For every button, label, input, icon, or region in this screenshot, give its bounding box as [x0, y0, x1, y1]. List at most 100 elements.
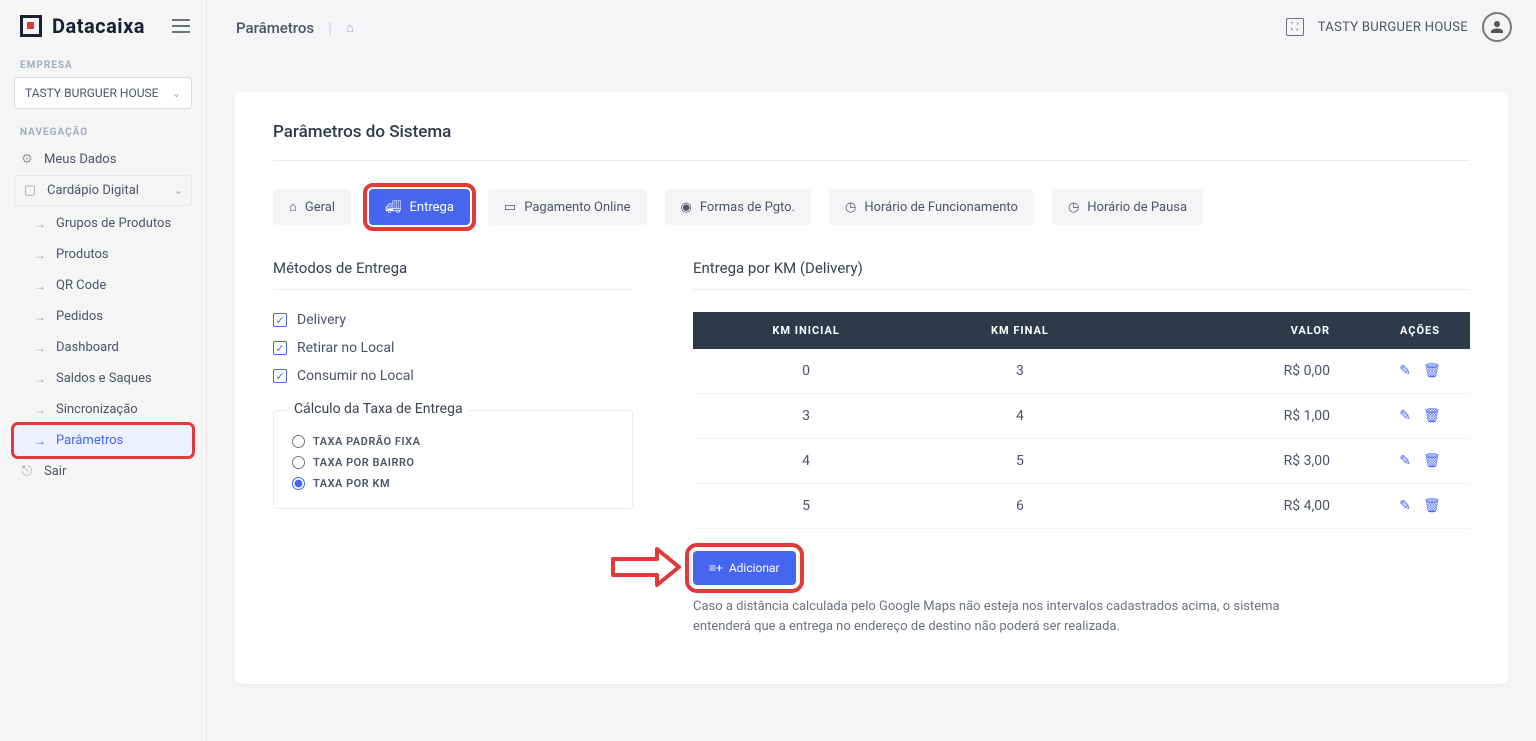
sidebar-item-label: Produtos [56, 247, 109, 262]
sidebar-item-sair[interactable]: ⎋ Sair [14, 456, 192, 487]
avatar[interactable] [1482, 12, 1512, 42]
sidebar-item-grupos[interactable]: →Grupos de Produtos [14, 208, 192, 239]
check-label: Delivery [297, 312, 346, 328]
radio-label: TAXA POR KM [313, 477, 390, 490]
add-button-label: Adicionar [729, 561, 780, 575]
tab-pagamento[interactable]: ▭Pagamento Online [488, 189, 647, 225]
breadcrumb: Parâmetros | ⌂ [236, 18, 354, 37]
section-title-entrega-km: Entrega por KM (Delivery) [693, 259, 1470, 290]
cell-acoes: ✎ 🗑︎ [1370, 484, 1470, 529]
radio-taxa-fixa[interactable]: TAXA PADRÃO FIXA [292, 435, 614, 448]
sidebar-item-sincronizacao[interactable]: →Sincronização [14, 394, 192, 425]
check-label: Consumir no Local [297, 368, 414, 384]
check-delivery[interactable]: ✓Delivery [273, 312, 633, 328]
truck-icon: 🚚︎ [385, 200, 402, 215]
check-retirar[interactable]: ✓ Retirar no Local [273, 340, 633, 356]
check-consumir[interactable]: ✓ Consumir no Local [273, 368, 633, 384]
page-title: Parâmetros [236, 19, 314, 37]
cell-km-inicial: 3 [693, 394, 919, 439]
edit-icon[interactable]: ✎ [1399, 408, 1411, 424]
sidebar-item-label: Sair [44, 464, 66, 479]
header-company: TASTY BURGUER HOUSE [1318, 20, 1468, 35]
tab-formas-pgto[interactable]: ◉Formas de Pgto. [665, 189, 811, 225]
sidebar-label-navegacao: NAVEGAÇÃO [0, 117, 206, 144]
clock-icon: ◷ [1068, 200, 1079, 215]
logout-icon: ⎋ [20, 464, 34, 479]
th-km-final: KM FINAL [919, 312, 1120, 349]
tab-label: Entrega [410, 200, 454, 215]
logo-icon [20, 15, 42, 37]
arrow-right-icon: → [34, 403, 46, 417]
sidebar-item-cardapio[interactable]: ▢ Cardápio Digital ⌄ [14, 175, 192, 206]
fullscreen-icon[interactable]: ⛶ [1286, 18, 1304, 36]
sidebar-item-label: Cardápio Digital [47, 183, 139, 198]
sidebar-item-produtos[interactable]: → Produtos [14, 239, 192, 270]
topbar: ⛶ TASTY BURGUER HOUSE [207, 0, 1536, 54]
company-select[interactable]: TASTY BURGUER HOUSE ⌄ [14, 77, 192, 109]
sidebar-item-pedidos[interactable]: → Pedidos [14, 301, 192, 332]
cell-km-inicial: 4 [693, 439, 919, 484]
tab-label: Geral [305, 200, 335, 215]
trash-icon[interactable]: 🗑︎ [1423, 363, 1441, 379]
tab-horario-pausa[interactable]: ◷Horário de Pausa [1052, 189, 1203, 225]
edit-icon[interactable]: ✎ [1399, 453, 1411, 469]
arrow-annotation-icon [611, 547, 681, 587]
sidebar-item-label: Meus Dados [44, 152, 116, 167]
trash-icon[interactable]: 🗑︎ [1423, 408, 1441, 424]
cell-acoes: ✎ 🗑︎ [1370, 439, 1470, 484]
brand-name: Datacaixa [52, 14, 145, 38]
sidebar-item-qrcode[interactable]: →QR Code [14, 270, 192, 301]
fieldset-calculo-taxa: Cálculo da Taxa de Entrega TAXA PADRÃO F… [273, 410, 633, 509]
plus-list-icon: ≡+ [709, 561, 723, 575]
checkbox-icon: ✓ [273, 341, 287, 355]
table-row: 34R$ 1,00 ✎ 🗑︎ [693, 394, 1470, 439]
trash-icon[interactable]: 🗑︎ [1423, 453, 1441, 469]
arrow-right-icon: → [34, 434, 46, 448]
sidebar-item-label: Dashboard [56, 340, 119, 355]
radio-taxa-km[interactable]: TAXA POR KM [292, 477, 614, 490]
card-icon: ▭ [504, 200, 516, 215]
tab-label: Horário de Funcionamento [864, 200, 1018, 215]
checkbox-icon: ✓ [273, 369, 287, 383]
cell-valor: R$ 3,00 [1121, 439, 1370, 484]
sidebar-item-dashboard[interactable]: → Dashboard [14, 332, 192, 363]
sidebar-item-parametros[interactable]: → Parâmetros [14, 425, 192, 456]
tab-geral[interactable]: ⌂Geral [273, 189, 351, 225]
sidebar-item-meus-dados[interactable]: ⚙ Meus Dados [14, 144, 192, 175]
trash-icon[interactable]: 🗑︎ [1423, 498, 1441, 514]
table-entrega-km: KM INICIAL KM FINAL VALOR AÇÕES 03R$ 0,0… [693, 312, 1470, 529]
cell-km-inicial: 0 [693, 349, 919, 394]
cell-km-inicial: 5 [693, 484, 919, 529]
edit-icon[interactable]: ✎ [1399, 498, 1411, 514]
arrow-right-icon: → [34, 310, 46, 324]
arrow-right-icon: → [34, 248, 46, 262]
cell-valor: R$ 0,00 [1121, 349, 1370, 394]
sidebar-item-saldos[interactable]: →Saldos e Saques [14, 363, 192, 394]
cell-valor: R$ 4,00 [1121, 484, 1370, 529]
cell-valor: R$ 1,00 [1121, 394, 1370, 439]
sidebar-item-label: Parâmetros [56, 433, 123, 448]
sidebar-item-label: QR Code [56, 278, 106, 293]
radio-taxa-bairro[interactable]: TAXA POR BAIRRO [292, 456, 614, 469]
th-acoes: AÇÕES [1370, 312, 1470, 349]
edit-icon[interactable]: ✎ [1399, 363, 1411, 379]
sidebar-item-label: Saldos e Saques [56, 371, 152, 386]
home-icon[interactable]: ⌂ [346, 20, 354, 36]
tab-entrega[interactable]: 🚚︎ Entrega [369, 189, 470, 225]
logo-row: Datacaixa [0, 0, 206, 50]
sidebar: Datacaixa EMPRESA TASTY BURGUER HOUSE ⌄ … [0, 0, 207, 741]
cell-km-final: 3 [919, 349, 1120, 394]
sidebar-item-label: Pedidos [56, 309, 103, 324]
cell-km-final: 4 [919, 394, 1120, 439]
cell-acoes: ✎ 🗑︎ [1370, 349, 1470, 394]
arrow-right-icon: → [34, 341, 46, 355]
tab-horario-funcionamento[interactable]: ◷Horário de Funcionamento [829, 189, 1034, 225]
company-select-value: TASTY BURGUER HOUSE [25, 86, 158, 100]
section-title-metodos: Métodos de Entrega [273, 259, 633, 290]
cell-acoes: ✎ 🗑︎ [1370, 394, 1470, 439]
add-button[interactable]: ≡+ Adicionar [693, 551, 796, 585]
menu-toggle-icon[interactable] [172, 19, 190, 33]
chevron-down-icon: ⌄ [172, 87, 181, 100]
table-row: 56R$ 4,00✎🗑︎ [693, 484, 1470, 529]
check-label: Retirar no Local [297, 340, 394, 356]
